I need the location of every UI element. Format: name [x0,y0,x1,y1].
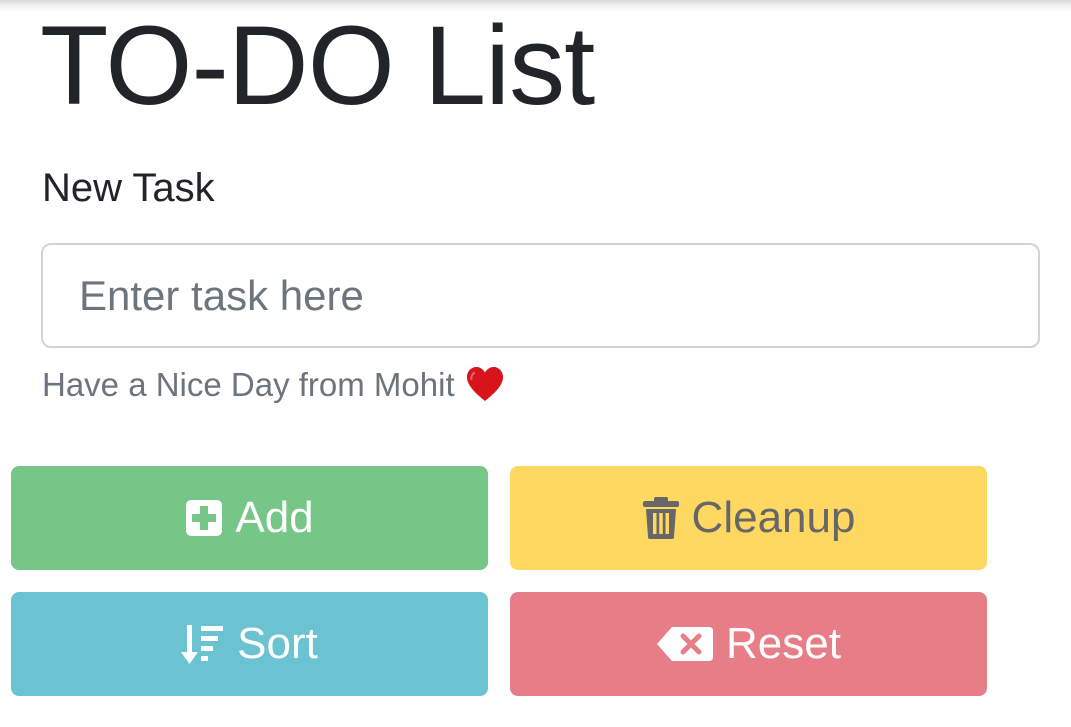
add-button[interactable]: Add [11,466,488,570]
add-button-label: Add [235,493,314,542]
backspace-icon [656,626,714,662]
page-title: TO-DO List [40,3,595,128]
help-text: Have a Nice Day from Mohit [42,363,505,407]
plus-square-icon [185,499,223,537]
new-task-label: New Task [42,166,215,210]
sort-button[interactable]: Sort [11,592,488,696]
sort-button-label: Sort [237,619,318,668]
trash-icon [642,496,680,540]
heart-icon [465,365,505,405]
sort-down-icon [181,622,225,666]
help-text-label: Have a Nice Day from Mohit [42,366,455,403]
cleanup-button[interactable]: Cleanup [510,466,987,570]
cleanup-button-label: Cleanup [691,493,856,542]
reset-button-label: Reset [726,619,841,668]
task-input[interactable] [41,243,1040,348]
reset-button[interactable]: Reset [510,592,987,696]
